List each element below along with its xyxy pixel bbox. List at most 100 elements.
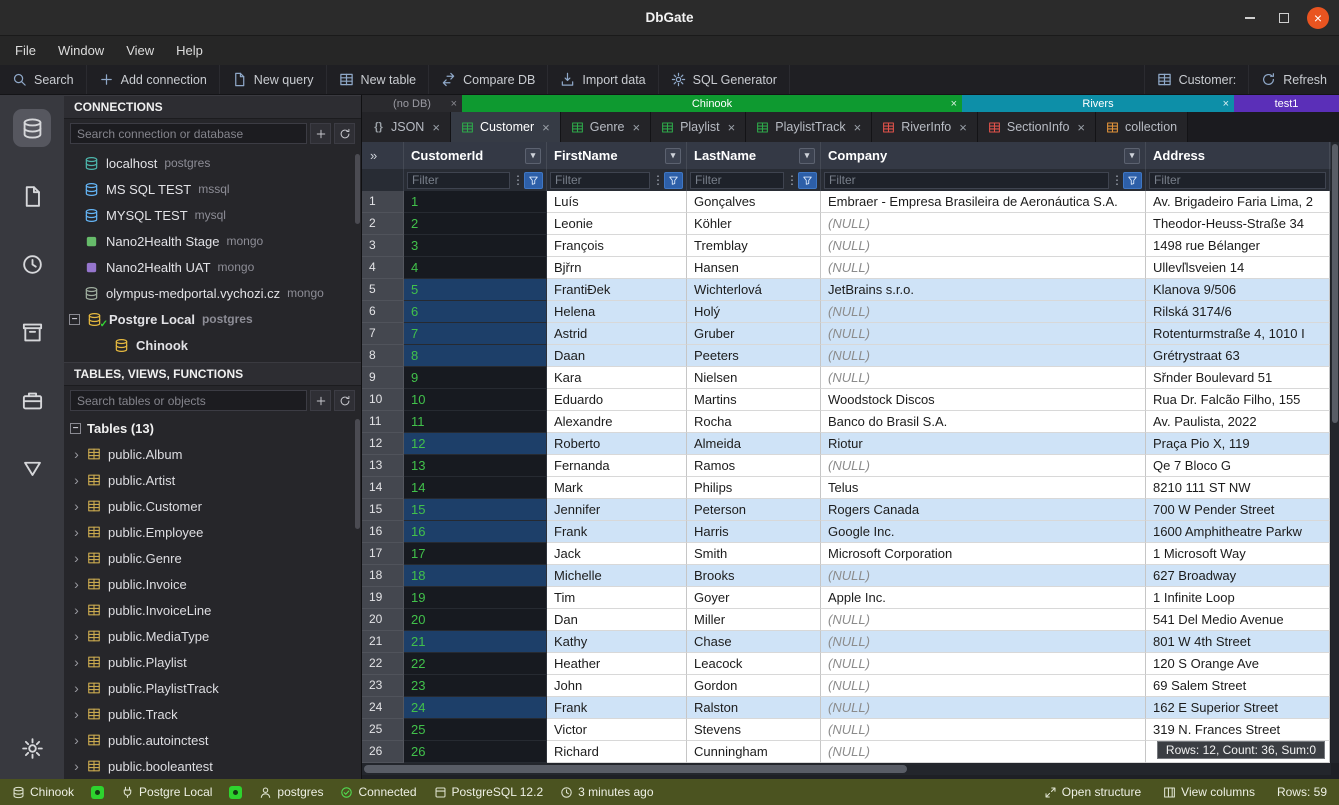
filter-funnel-icon[interactable] xyxy=(664,172,683,189)
cell-customerid[interactable]: 16 xyxy=(404,521,547,543)
cell-lastname[interactable]: Gonçalves xyxy=(687,191,821,213)
cell-address[interactable]: Theodor-Heuss-Straße 34 xyxy=(1146,213,1330,235)
close-icon[interactable]: × xyxy=(451,98,457,110)
row-number[interactable]: 8 xyxy=(362,345,404,367)
cell-customerid[interactable]: 20 xyxy=(404,609,547,631)
cell-lastname[interactable]: Rocha xyxy=(687,411,821,433)
cell-customerid[interactable]: 23 xyxy=(404,675,547,697)
close-icon[interactable]: × xyxy=(1223,98,1229,110)
tab-group-test1[interactable]: test1 xyxy=(1234,95,1339,112)
cell-lastname[interactable]: Leacock xyxy=(687,653,821,675)
status-rows-59[interactable]: Rows: 59 xyxy=(1277,785,1327,799)
close-icon[interactable]: × xyxy=(959,120,967,135)
chevron-right-icon[interactable]: › xyxy=(70,680,83,696)
cell-customerid[interactable]: 11 xyxy=(404,411,547,433)
sidebar-database-button[interactable] xyxy=(13,109,51,147)
row-number[interactable]: 6 xyxy=(362,301,404,323)
column-header-company[interactable]: Company▾ xyxy=(821,142,1146,169)
cell-company[interactable]: (NULL) xyxy=(821,631,1146,653)
cell-company[interactable]: (NULL) xyxy=(821,301,1146,323)
table-public-playlist[interactable]: ›public.Playlist xyxy=(64,649,361,675)
cell-customerid[interactable]: 5 xyxy=(404,279,547,301)
chevron-right-icon[interactable]: › xyxy=(70,732,83,748)
row-number[interactable]: 19 xyxy=(362,587,404,609)
toolbar-refresh-button[interactable]: Refresh xyxy=(1248,65,1339,94)
cell-company[interactable]: Telus xyxy=(821,477,1146,499)
tables-search-input[interactable] xyxy=(70,390,307,411)
refresh-tables-button[interactable] xyxy=(334,390,355,411)
cell-lastname[interactable]: Miller xyxy=(687,609,821,631)
cell-company[interactable]: (NULL) xyxy=(821,609,1146,631)
cell-customerid[interactable]: 1 xyxy=(404,191,547,213)
cell-firstname[interactable]: Alexandre xyxy=(547,411,687,433)
cell-lastname[interactable]: Smith xyxy=(687,543,821,565)
cell-address[interactable]: Praça Pio X, 119 xyxy=(1146,433,1330,455)
collapse-icon[interactable]: − xyxy=(69,314,80,325)
cell-address[interactable]: Av. Brigadeiro Faria Lima, 2 xyxy=(1146,191,1330,213)
cell-address[interactable]: 541 Del Medio Avenue xyxy=(1146,609,1330,631)
cell-address[interactable]: 8210 111 ST NW xyxy=(1146,477,1330,499)
cell-firstname[interactable]: Jack xyxy=(547,543,687,565)
menu-view[interactable]: View xyxy=(115,36,165,65)
cell-lastname[interactable]: Brooks xyxy=(687,565,821,587)
table-public-autoinctest[interactable]: ›public.autoinctest xyxy=(64,727,361,753)
cell-company[interactable]: (NULL) xyxy=(821,323,1146,345)
chevron-right-icon[interactable]: › xyxy=(70,758,83,774)
connection-mysql-test[interactable]: MYSQL TESTmysql xyxy=(64,202,361,228)
tables-group-header[interactable]: −Tables (13) xyxy=(64,415,361,441)
row-number[interactable]: 3 xyxy=(362,235,404,257)
cell-firstname[interactable]: Eduardo xyxy=(547,389,687,411)
cell-company[interactable]: Google Inc. xyxy=(821,521,1146,543)
row-number[interactable]: 25 xyxy=(362,719,404,741)
connection-chinook[interactable]: Chinook xyxy=(64,332,361,358)
scrollbar-thumb[interactable] xyxy=(364,765,907,773)
scrollbar-thumb[interactable] xyxy=(355,154,360,224)
cell-lastname[interactable]: Ramos xyxy=(687,455,821,477)
cell-customerid[interactable]: 21 xyxy=(404,631,547,653)
cell-firstname[interactable]: Fernanda xyxy=(547,455,687,477)
cell-lastname[interactable]: Holý xyxy=(687,301,821,323)
column-header-address[interactable]: Address xyxy=(1146,142,1330,169)
cell-firstname[interactable]: Bjřrn xyxy=(547,257,687,279)
minimize-button[interactable] xyxy=(1239,7,1261,29)
cell-customerid[interactable]: 22 xyxy=(404,653,547,675)
cell-lastname[interactable]: Tremblay xyxy=(687,235,821,257)
close-icon[interactable]: × xyxy=(728,120,736,135)
cell-customerid[interactable]: 19 xyxy=(404,587,547,609)
chevron-down-icon[interactable]: ▾ xyxy=(799,148,815,164)
connection-postgre-local[interactable]: −✓Postgre Localpostgres xyxy=(64,306,361,332)
row-number[interactable]: 18 xyxy=(362,565,404,587)
table-public-invoiceline[interactable]: ›public.InvoiceLine xyxy=(64,597,361,623)
chevron-right-icon[interactable]: › xyxy=(70,446,83,462)
cell-firstname[interactable]: Heather xyxy=(547,653,687,675)
row-number[interactable]: 5 xyxy=(362,279,404,301)
cell-lastname[interactable]: Martins xyxy=(687,389,821,411)
sidebar-gear-button[interactable] xyxy=(13,729,51,767)
cell-company[interactable]: Woodstock Discos xyxy=(821,389,1146,411)
row-number[interactable]: 7 xyxy=(362,323,404,345)
connections-search-input[interactable] xyxy=(70,123,307,144)
cell-customerid[interactable]: 9 xyxy=(404,367,547,389)
close-icon[interactable]: × xyxy=(951,98,957,110)
cell-firstname[interactable]: Kathy xyxy=(547,631,687,653)
cell-lastname[interactable]: Wichterlová xyxy=(687,279,821,301)
chevron-right-icon[interactable]: › xyxy=(70,524,83,540)
tab-collection[interactable]: collection xyxy=(1096,112,1188,142)
cell-address[interactable]: 162 E Superior Street xyxy=(1146,697,1330,719)
table-public-album[interactable]: ›public.Album xyxy=(64,441,361,467)
cell-firstname[interactable]: Dan xyxy=(547,609,687,631)
table-public-track[interactable]: ›public.Track xyxy=(64,701,361,727)
cell-company[interactable]: (NULL) xyxy=(821,741,1146,763)
cell-firstname[interactable]: Roberto xyxy=(547,433,687,455)
row-number[interactable]: 4 xyxy=(362,257,404,279)
cell-customerid[interactable]: 14 xyxy=(404,477,547,499)
cell-customerid[interactable]: 15 xyxy=(404,499,547,521)
cell-company[interactable]: (NULL) xyxy=(821,675,1146,697)
tab-group-chinook[interactable]: Chinook× xyxy=(462,95,962,112)
toolbar-compare-db-button[interactable]: Compare DB xyxy=(429,65,548,94)
grid-horizontal-scrollbar[interactable] xyxy=(362,763,1331,775)
chevron-right-icon[interactable]: › xyxy=(70,602,83,618)
filter-input-address[interactable] xyxy=(1149,172,1326,189)
cell-lastname[interactable]: Nielsen xyxy=(687,367,821,389)
cell-lastname[interactable]: Ralston xyxy=(687,697,821,719)
